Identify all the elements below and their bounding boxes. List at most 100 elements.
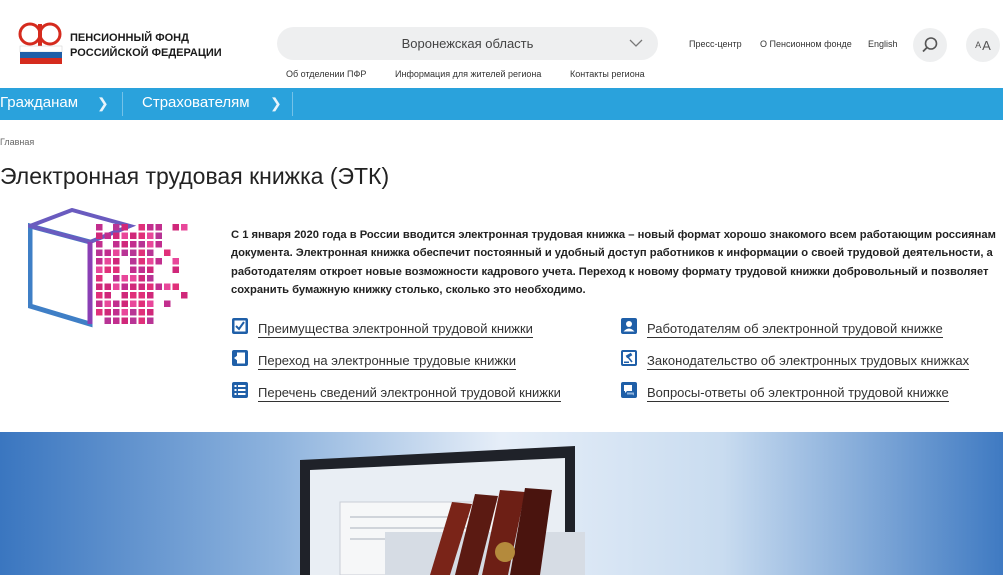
subnav-residents-info[interactable]: Информация для жителей региона (395, 69, 541, 79)
font-size-button[interactable]: AA (966, 28, 1000, 62)
site-header: ПЕНСИОННЫЙ ФОНД РОССИЙСКОЙ ФЕДЕРАЦИИ Вор… (0, 0, 1003, 88)
etk-pixel (130, 275, 137, 282)
etk-pixel (104, 300, 111, 307)
etk-pixel (147, 232, 154, 239)
logo-line2: РОССИЙСКОЙ ФЕДЕРАЦИИ (70, 47, 222, 59)
etk-pixel (138, 317, 145, 324)
breadcrumb[interactable]: Главная (0, 137, 34, 147)
link-transition[interactable]: Переход на электронные трудовые книжки (231, 350, 517, 370)
etk-pixel (121, 232, 128, 239)
etk-pixel (121, 275, 128, 282)
etk-pixel (155, 224, 162, 231)
etk-pixel (164, 283, 171, 290)
etk-pixel (147, 275, 154, 282)
etk-pixel (147, 241, 154, 248)
link-label: Вопросы-ответы об электронной трудовой к… (647, 384, 949, 402)
intro-text: С 1 января 2020 года в России вводится э… (231, 229, 996, 297)
etk-pixel (138, 275, 145, 282)
topnav-press-center[interactable]: Пресс-центр (689, 39, 742, 49)
gavel-icon (621, 350, 637, 366)
etk-pixel (147, 266, 154, 273)
list-icon (232, 382, 248, 398)
etk-pixel (147, 258, 154, 265)
etk-pixel (155, 258, 162, 265)
etk-pixel (96, 266, 103, 273)
region-select[interactable]: Воронежская область (277, 27, 658, 60)
topnav-english[interactable]: English (868, 39, 898, 49)
etk-pixel (121, 300, 128, 307)
main-nav-bar: Гражданам ❯ Страхователям ❯ (0, 88, 1003, 120)
etk-pixel (104, 249, 111, 256)
etk-pixel (104, 317, 111, 324)
question-chat-icon (621, 382, 637, 398)
etk-pixel (113, 275, 120, 282)
etk-pixel (96, 241, 103, 248)
etk-pixel (96, 300, 103, 307)
etk-pixel (96, 275, 103, 282)
topnav-about-fund[interactable]: О Пенсионном фонде (760, 39, 852, 49)
checkbox-icon (232, 318, 248, 334)
nav-employers[interactable]: Страхователям (142, 94, 250, 111)
etk-pixel (121, 241, 128, 248)
etk-pixel (130, 317, 137, 324)
etk-pixel (121, 224, 128, 231)
etk-pixel (164, 249, 171, 256)
etk-pixel (121, 292, 128, 299)
pfr-emblem-icon (16, 22, 66, 70)
pfr-logo[interactable]: ПЕНСИОННЫЙ ФОНД РОССИЙСКОЙ ФЕДЕРАЦИИ (16, 22, 222, 70)
font-large-label: A (982, 37, 991, 53)
link-employers[interactable]: Работодателям об электронной трудовой кн… (620, 318, 943, 338)
monitor-illustration (300, 446, 585, 575)
etk-pixel (172, 258, 179, 265)
etk-pixel (113, 300, 120, 307)
nav-citizens[interactable]: Гражданам (0, 94, 78, 111)
search-icon (922, 37, 938, 53)
etk-pixel (96, 232, 103, 239)
etk-logo-image (23, 207, 193, 328)
link-data-list[interactable]: Перечень сведений электронной трудовой к… (231, 382, 561, 402)
etk-pixel (104, 266, 111, 273)
search-button[interactable] (913, 28, 947, 62)
link-advantages[interactable]: Преимущества электронной трудовой книжки (231, 318, 533, 338)
exit-door-icon (232, 350, 248, 366)
etk-pixel (104, 283, 111, 290)
etk-pixel (138, 258, 145, 265)
etk-pixel (130, 258, 137, 265)
etk-pixel (130, 266, 137, 273)
etk-pixel (104, 258, 111, 265)
etk-pixel (104, 232, 111, 239)
etk-pixel (147, 300, 154, 307)
etk-pixel (130, 249, 137, 256)
person-card-icon (621, 318, 637, 334)
etk-pixel (172, 224, 179, 231)
etk-pixel (96, 249, 103, 256)
link-label: Законодательство об электронных трудовых… (647, 352, 970, 370)
etk-pixel (113, 258, 120, 265)
link-faq[interactable]: Вопросы-ответы об электронной трудовой к… (620, 382, 949, 402)
etk-pixel (155, 283, 162, 290)
etk-pixel (130, 241, 137, 248)
etk-pixel (96, 292, 103, 299)
link-legislation[interactable]: Законодательство об электронных трудовых… (620, 350, 970, 370)
etk-pixel (181, 292, 188, 299)
chevron-down-icon (629, 39, 643, 47)
etk-pixel (138, 232, 145, 239)
page-title: Электронная трудовая книжка (ЭТК) (0, 163, 390, 189)
etk-pixel (104, 292, 111, 299)
etk-pixel (113, 283, 120, 290)
link-label: Переход на электронные трудовые книжки (258, 352, 517, 370)
etk-pixel (96, 283, 103, 290)
subnav-about-branch[interactable]: Об отделении ПФР (286, 69, 366, 79)
etk-pixel (147, 309, 154, 316)
etk-pixel (121, 317, 128, 324)
subnav-region-contacts[interactable]: Контакты региона (570, 69, 645, 79)
etk-pixel (130, 292, 137, 299)
link-label: Перечень сведений электронной трудовой к… (258, 384, 561, 402)
etk-pixel (181, 224, 188, 231)
logo-line1: ПЕНСИОННЫЙ ФОНД (70, 32, 189, 44)
etk-pixel (147, 224, 154, 231)
etk-pixel (113, 309, 120, 316)
link-label: Преимущества электронной трудовой книжки (258, 320, 533, 338)
etk-pixel (155, 241, 162, 248)
etk-pixel (147, 283, 154, 290)
